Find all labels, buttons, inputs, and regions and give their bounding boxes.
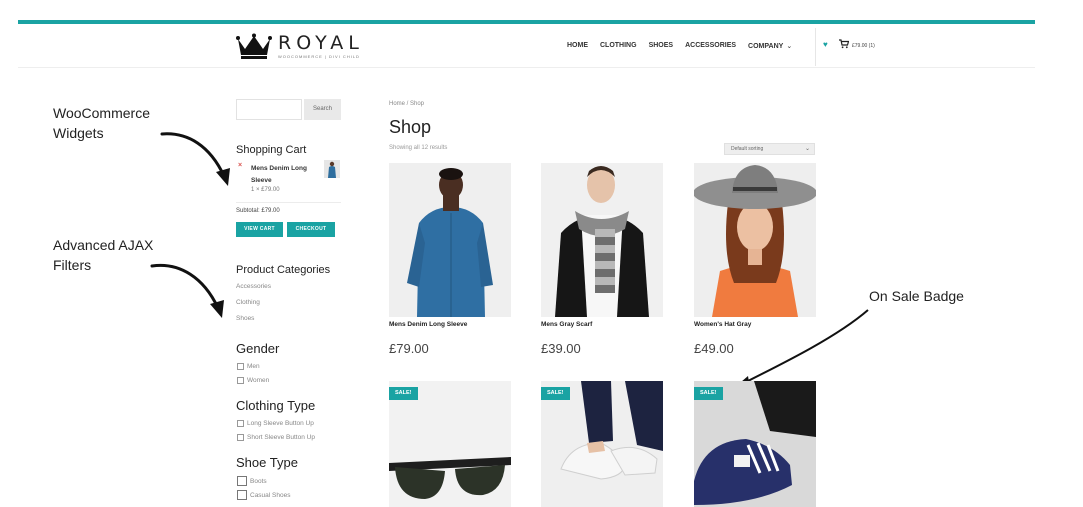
checkout-button[interactable]: CHECKOUT [287, 222, 335, 237]
gender-filter-title: Gender [236, 341, 280, 356]
sort-select[interactable]: Default sorting ⌄ [724, 143, 815, 155]
nav-item-home[interactable]: HOME [567, 42, 588, 50]
filter-long-sleeve[interactable]: Long Sleeve Button Up [237, 420, 314, 427]
cart-divider [236, 202, 341, 203]
top-accent-bar [18, 20, 1035, 24]
category-accessories[interactable]: Accessories [236, 283, 271, 290]
sale-badge: SALE! [541, 387, 570, 400]
cart-icon[interactable] [839, 39, 849, 49]
cart-item-name[interactable]: Mens Denim Long Sleeve [251, 163, 317, 187]
view-cart-button[interactable]: VIEW CART [236, 222, 283, 237]
remove-item-icon[interactable]: × [238, 162, 242, 169]
result-count: Showing all 12 results [389, 145, 448, 151]
annotation-filters-line1: Advanced AJAX [53, 237, 154, 253]
filter-label: Boots [250, 477, 267, 485]
sale-badge: SALE! [694, 387, 723, 400]
sort-selected-value: Default sorting [731, 146, 764, 152]
product-price: £39.00 [541, 341, 581, 356]
filter-label: Casual Shoes [250, 491, 291, 499]
product-name[interactable]: Mens Denim Long Sleeve [389, 321, 467, 328]
product-price: £79.00 [389, 341, 429, 356]
cart-item-qty: 1 × £79.00 [251, 187, 280, 193]
site-logo[interactable]: ROYAL WOOCOMMERCE | DIVI CHILD [236, 33, 364, 59]
shoe-type-filter-title: Shoe Type [236, 455, 298, 470]
clothing-type-filter-title: Clothing Type [236, 398, 316, 413]
nav-item-company-label: COMPANY [748, 43, 784, 50]
chevron-down-icon: ⌄ [804, 146, 810, 152]
checkbox[interactable] [237, 434, 244, 441]
category-shoes[interactable]: Shoes [236, 315, 254, 322]
sale-badge: SALE! [389, 387, 418, 400]
annotation-arrow-widgets [160, 132, 230, 186]
checkbox[interactable] [237, 377, 244, 384]
main-nav: HOME CLOTHING SHOES ACCESSORIES COMPANY ⌄ [567, 42, 804, 50]
filter-label: Short Sleeve Button Up [247, 434, 315, 441]
logo-name: ROYAL [278, 32, 364, 54]
annotation-widgets-line1: WooCommerce [53, 105, 150, 121]
category-clothing[interactable]: Clothing [236, 299, 260, 306]
logo-subtitle: WOOCOMMERCE | DIVI CHILD [278, 54, 360, 59]
cart-total[interactable]: £79.00 (1) [852, 43, 875, 49]
filter-boots[interactable]: Boots [237, 476, 267, 486]
filter-label: Men [247, 363, 260, 370]
search-button[interactable]: Search [304, 99, 341, 120]
page-title: Shop [389, 117, 432, 137]
heart-icon[interactable]: ♥ [823, 40, 828, 49]
annotation-filters: Advanced AJAX Filters [53, 235, 153, 275]
checkbox[interactable] [237, 476, 247, 486]
product-price: £49.00 [694, 341, 734, 356]
annotation-widgets-line2: Widgets [53, 125, 104, 141]
checkbox[interactable] [237, 363, 244, 370]
filter-gender-men[interactable]: Men [237, 363, 260, 370]
filter-casual-shoes[interactable]: Casual Shoes [237, 490, 290, 500]
filter-gender-women[interactable]: Women [237, 377, 269, 384]
annotation-arrow-sale [734, 309, 869, 388]
filter-label: Long Sleeve Button Up [247, 420, 314, 427]
filter-label: Women [247, 377, 270, 384]
checkbox[interactable] [237, 490, 247, 500]
cart-widget-title: Shopping Cart [236, 144, 307, 156]
nav-item-clothing[interactable]: CLOTHING [600, 42, 637, 50]
product-name[interactable]: Women's Hat Gray [694, 321, 751, 328]
checkbox[interactable] [237, 420, 244, 427]
nav-item-company[interactable]: COMPANY ⌄ [748, 42, 792, 50]
cart-item-thumbnail[interactable] [324, 160, 340, 178]
crown-icon [236, 33, 272, 59]
search-input[interactable] [236, 99, 302, 120]
annotation-arrow-filters [150, 263, 224, 318]
chevron-down-icon: ⌄ [786, 43, 793, 50]
product-image-hat[interactable] [694, 163, 816, 317]
nav-item-accessories[interactable]: ACCESSORIES [685, 42, 736, 50]
annotation-sale-badge: On Sale Badge [869, 288, 964, 304]
header-divider [18, 67, 1035, 68]
product-image-denim[interactable] [389, 163, 511, 317]
categories-title: Product Categories [236, 264, 331, 276]
annotation-filters-line2: Filters [53, 257, 92, 273]
product-image-scarf[interactable] [541, 163, 663, 317]
breadcrumb[interactable]: Home / Shop [389, 101, 424, 107]
nav-divider [815, 28, 816, 66]
cart-subtotal: Subtotal: £79.00 [236, 208, 280, 214]
nav-item-shoes[interactable]: SHOES [649, 42, 674, 50]
product-name[interactable]: Mens Gray Scarf [541, 321, 592, 328]
filter-short-sleeve[interactable]: Short Sleeve Button Up [237, 434, 315, 441]
annotation-widgets: WooCommerce Widgets [53, 103, 150, 143]
